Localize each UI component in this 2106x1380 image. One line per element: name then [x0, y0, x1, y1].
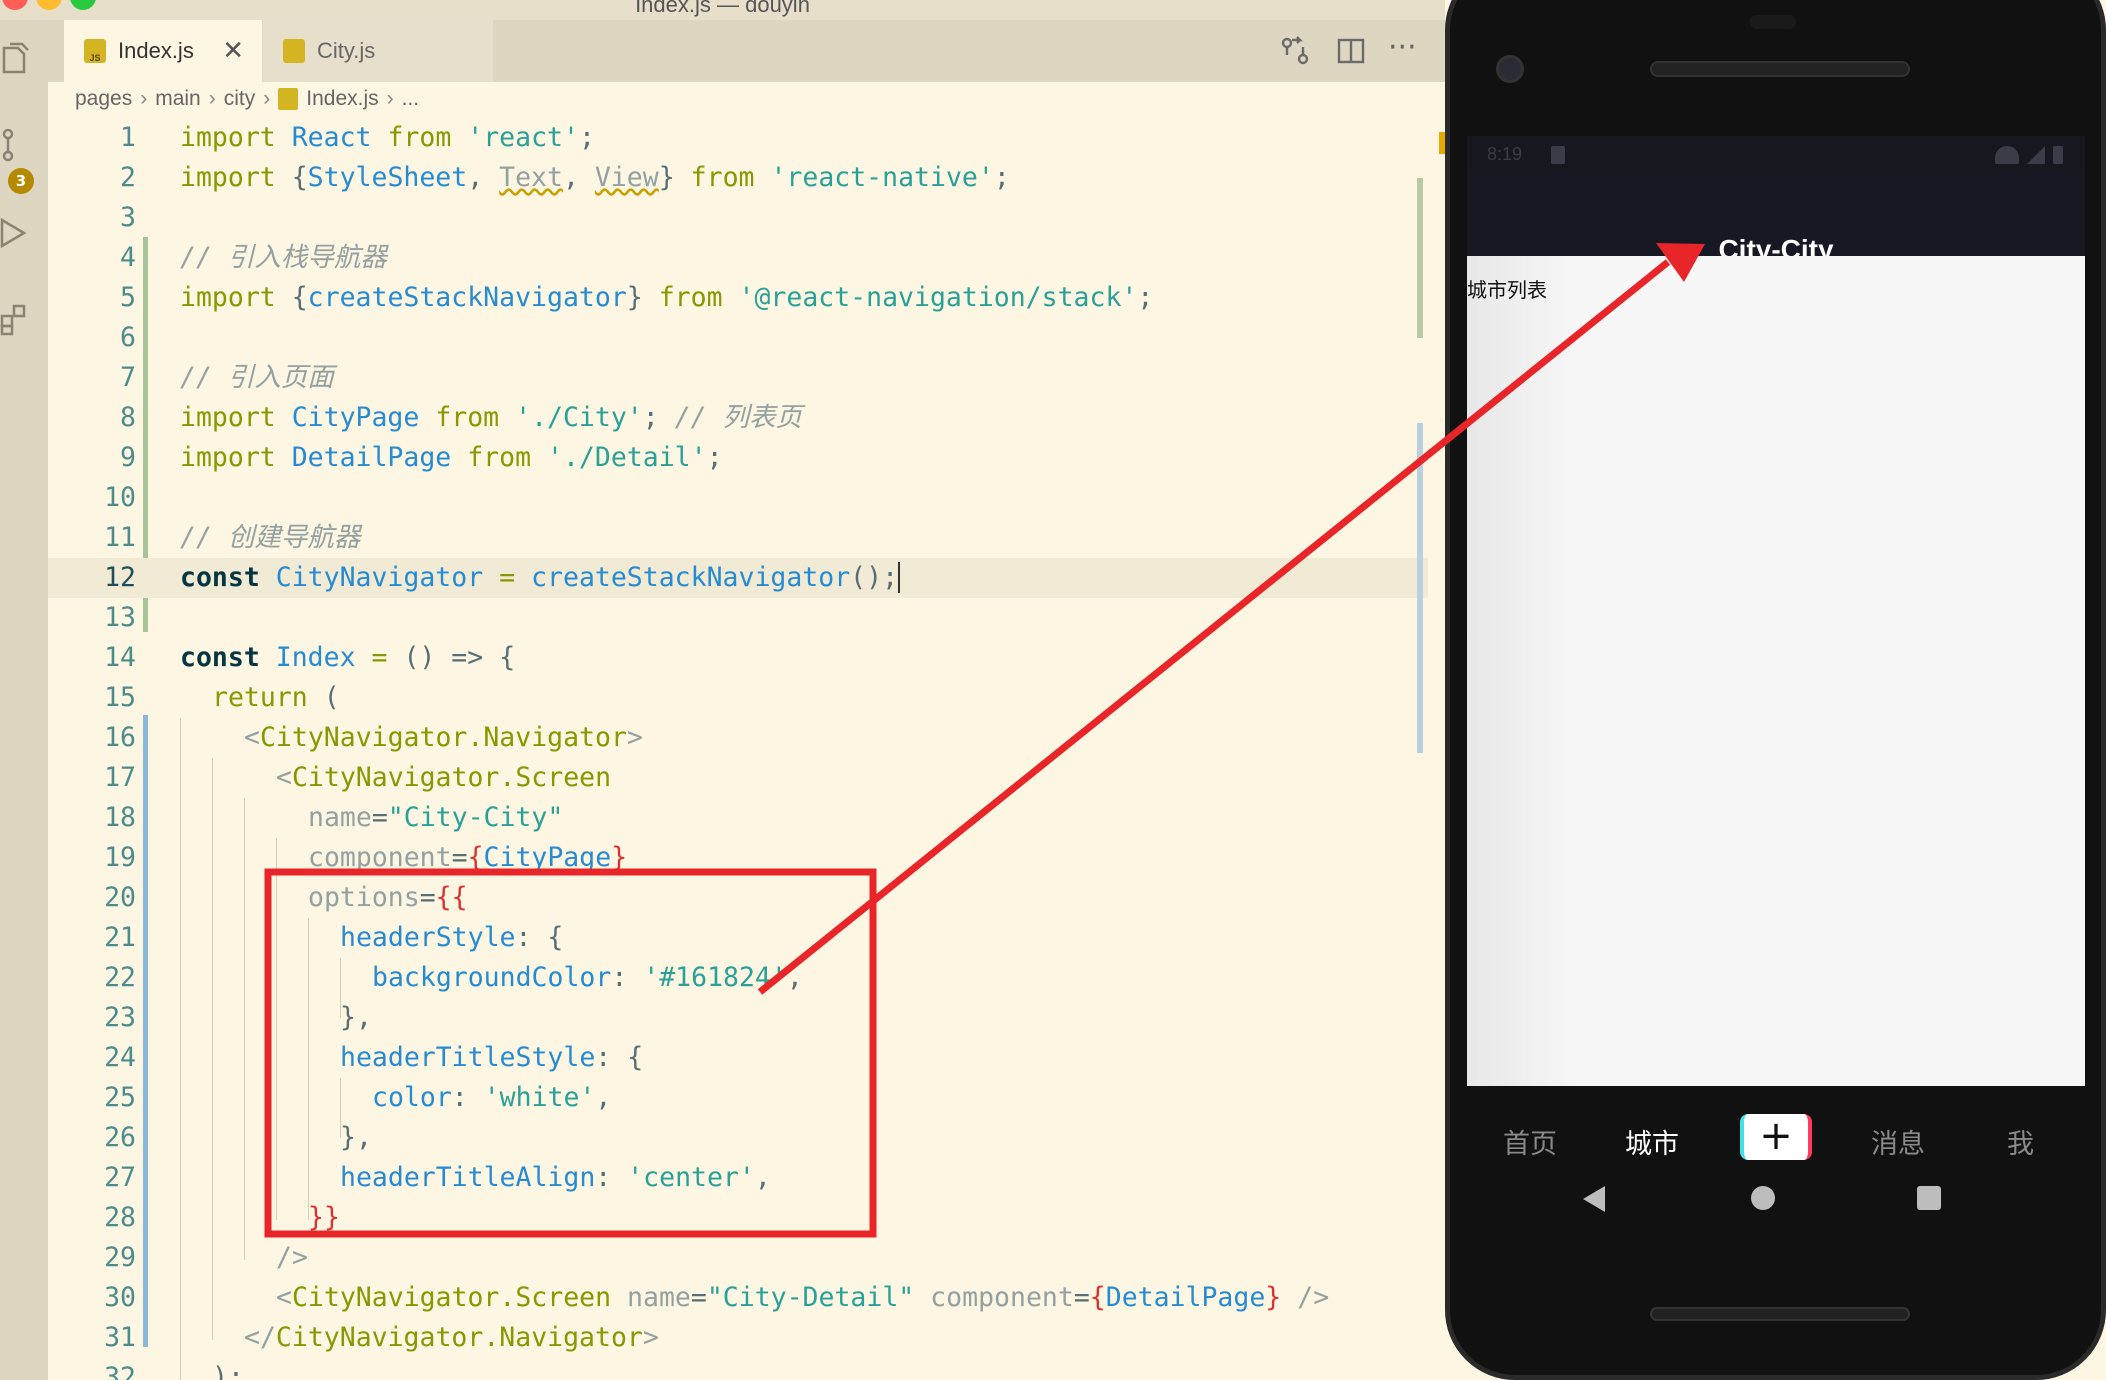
- tab-home[interactable]: 首页: [1503, 1122, 1557, 1161]
- screen-content: [1467, 256, 2085, 1086]
- window-title: Index.js — douyin: [635, 0, 810, 17]
- code-line: 19 component={CityPage}: [104, 842, 628, 873]
- text-cursor: [898, 562, 901, 593]
- js-file-icon: JS: [84, 39, 106, 63]
- code-line: 15 return (: [104, 682, 340, 713]
- compare-icon[interactable]: [1280, 36, 1310, 66]
- breadcrumb-item[interactable]: Index.js: [306, 87, 378, 111]
- tab-messages[interactable]: 消息: [1871, 1122, 1925, 1161]
- source-control-icon[interactable]: [0, 128, 34, 162]
- signal-icon: [2027, 146, 2045, 164]
- earpiece-speaker: [1650, 61, 1910, 77]
- code-line: 23},: [104, 1002, 372, 1033]
- code-line: 13: [104, 602, 136, 633]
- code-line: 8 import CityPage from './City'; // 列表页: [120, 402, 803, 433]
- code-line: 20 options={{: [104, 882, 468, 913]
- code-line: 1 import React from 'react';: [120, 122, 595, 153]
- home-icon[interactable]: [1751, 1186, 1775, 1210]
- wifi-icon: [1995, 146, 2019, 164]
- breadcrumb-item[interactable]: city: [224, 87, 256, 111]
- tab-city[interactable]: 城市: [1625, 1122, 1679, 1161]
- chevron-right-icon: ›: [208, 87, 216, 110]
- code-line: 32);: [104, 1362, 244, 1380]
- code-line: 3: [120, 202, 136, 233]
- code-line: 25 color: 'white',: [104, 1082, 612, 1113]
- city-list-text: 城市列表: [1467, 278, 1547, 302]
- android-emulator: 8:19 City-City 城市列表 首页 城市 + 消息 我: [1445, 0, 2106, 1380]
- chevron-right-icon: ›: [386, 87, 394, 110]
- bottom-speaker: [1650, 1307, 1910, 1321]
- split-editor-icon[interactable]: [1336, 36, 1366, 66]
- code-line: 11// 创建导航器: [104, 522, 361, 553]
- camera: [1496, 55, 1524, 83]
- tab-label: City.js: [317, 38, 376, 63]
- activity-bar: 3: [0, 20, 48, 1380]
- code-line: 29/>: [104, 1242, 308, 1273]
- breadcrumb: pages › main › city › Index.js › ...: [75, 84, 419, 114]
- phone-screen: 8:19 City-City 城市列表: [1467, 136, 2085, 1088]
- code-line: 17 <CityNavigator.Screen: [104, 762, 612, 793]
- tab-city-js[interactable]: City.js: [263, 20, 493, 82]
- code-line-current: 12 const CityNavigator = createStackNavig…: [48, 558, 1428, 598]
- system-nav-bar: [1467, 1174, 2085, 1226]
- tab-me[interactable]: 我: [2007, 1122, 2034, 1161]
- code-line: 4// 引入栈导航器: [120, 242, 387, 273]
- code-line: 9 import DetailPage from './Detail';: [120, 442, 723, 473]
- code-line: 10: [104, 482, 136, 513]
- sensor: [1750, 15, 1796, 29]
- breadcrumb-item[interactable]: ...: [402, 87, 420, 111]
- code-line: 7// 引入页面: [120, 362, 334, 393]
- code-line: 27 headerTitleAlign: 'center',: [104, 1162, 771, 1193]
- code-line: 5 import {createStackNavigator} from '@re…: [120, 282, 1154, 313]
- sd-card-icon: [1551, 146, 1565, 164]
- chevron-right-icon: ›: [263, 87, 271, 110]
- tab-label: Index.js: [118, 38, 194, 63]
- recents-icon[interactable]: [1917, 1186, 1941, 1210]
- status-bar: 8:19: [1467, 136, 2085, 174]
- back-icon[interactable]: [1583, 1186, 1605, 1212]
- title-bar: Index.js — douyin: [0, 0, 1445, 20]
- code-editor-window: Index.js — douyin 3 JS Index.js ✕ City.j…: [0, 0, 1445, 1380]
- files-icon[interactable]: [0, 42, 34, 76]
- source-control-badge: 3: [8, 168, 34, 194]
- breadcrumb-item[interactable]: pages: [75, 87, 132, 111]
- extensions-icon[interactable]: [0, 302, 34, 336]
- publish-button[interactable]: +: [1740, 1114, 1812, 1160]
- editor-scrollbar[interactable]: [1417, 118, 1445, 1380]
- more-icon[interactable]: ···: [1388, 30, 1417, 65]
- tab-index-js[interactable]: JS Index.js ✕: [64, 20, 262, 82]
- status-time: 8:19: [1487, 144, 1523, 164]
- code-line: 31 </CityNavigator.Navigator>: [104, 1322, 659, 1353]
- run-debug-icon[interactable]: [0, 216, 34, 250]
- code-line: 16 <CityNavigator.Navigator>: [104, 722, 643, 753]
- code-line: 28}}: [104, 1202, 340, 1233]
- breadcrumb-item[interactable]: main: [155, 87, 201, 111]
- chevron-right-icon: ›: [140, 87, 148, 110]
- code-line: 24 headerTitleStyle: {: [104, 1042, 644, 1073]
- close-icon[interactable]: ✕: [222, 37, 244, 63]
- code-line: 6: [120, 322, 136, 353]
- code-line: 18 name="City-City": [104, 802, 564, 833]
- code-line: 21 headerStyle: {: [104, 922, 564, 953]
- battery-icon: [2053, 146, 2063, 164]
- editor-tab-bar: JS Index.js ✕ City.js ···: [48, 20, 1445, 82]
- js-file-icon: [278, 88, 299, 110]
- code-line: 26},: [104, 1122, 372, 1153]
- code-line: 30 <CityNavigator.Screen name="City-Detai…: [104, 1282, 1330, 1313]
- code-line: 22 backgroundColor: '#161824',: [104, 962, 803, 993]
- code-line: 2 import {StyleSheet, Text, View} from 'r…: [120, 162, 1010, 193]
- js-file-icon: [283, 39, 305, 63]
- code-line: 14 const Index = () => {: [104, 642, 516, 673]
